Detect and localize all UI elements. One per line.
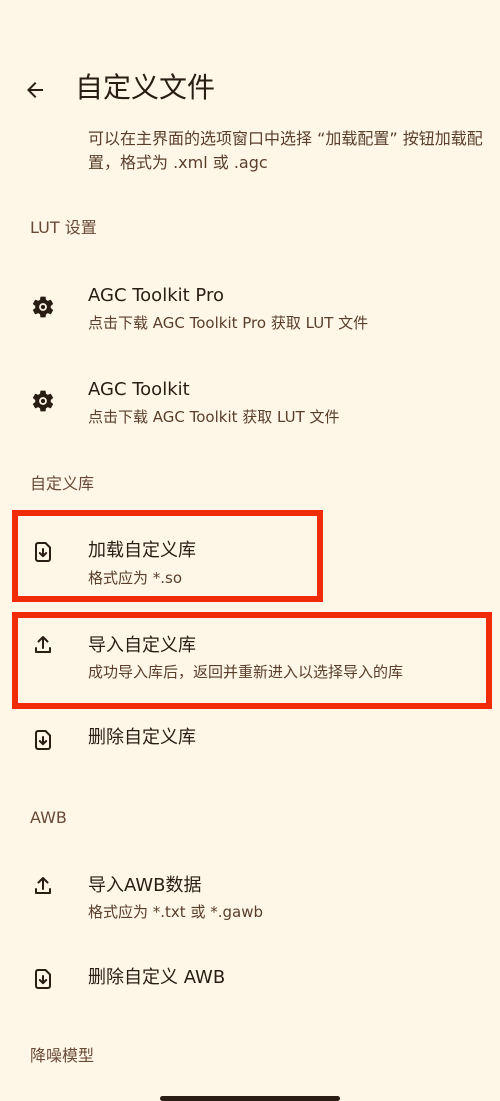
gear-icon [28,292,58,322]
file-download-icon [28,725,58,755]
section-library-header: 自定义库 [30,474,95,493]
highlight-import-library [12,612,492,709]
section-awb-header: AWB [30,808,67,827]
agc-toolkit-pro-item[interactable]: AGC Toolkit Pro 点击下载 AGC Toolkit Pro 获取 … [0,275,500,355]
item-subtitle: 点击下载 AGC Toolkit Pro 获取 LUT 文件 [88,314,369,332]
item-subtitle: 格式应为 *.txt 或 *.gawb [88,903,263,921]
page-title: 自定义文件 [75,71,216,104]
gear-icon [28,386,58,416]
delete-custom-library-item[interactable]: 删除自定义库 [0,720,500,780]
highlight-load-library [12,510,323,602]
agc-toolkit-item[interactable]: AGC Toolkit 点击下载 AGC Toolkit 获取 LUT 文件 [0,369,500,449]
item-title: 导入AWB数据 [88,875,202,896]
item-subtitle: 点击下载 AGC Toolkit 获取 LUT 文件 [88,408,340,426]
section-noise-model-header: 降噪模型 [30,1046,95,1065]
back-button[interactable] [18,73,52,107]
import-awb-data-item[interactable]: 导入AWB数据 格式应为 *.txt 或 *.gawb [0,865,500,940]
item-title: 删除自定义 AWB [88,967,226,988]
delete-custom-awb-item[interactable]: 删除自定义 AWB [0,960,500,1020]
back-arrow-icon [27,82,43,98]
file-download-icon [28,964,58,994]
item-title: 删除自定义库 [88,727,196,748]
upload-icon [28,871,58,901]
item-title: AGC Toolkit [88,379,190,400]
section-lut-header: LUT 设置 [30,218,97,237]
gesture-nav-bar[interactable] [160,1096,340,1101]
item-title: AGC Toolkit Pro [88,285,224,306]
app-bar: 自定义文件 [0,55,500,125]
config-description: 可以在主界面的选项窗口中选择 “加载配置” 按钮加载配置，格式为 .xml 或 … [88,129,483,172]
